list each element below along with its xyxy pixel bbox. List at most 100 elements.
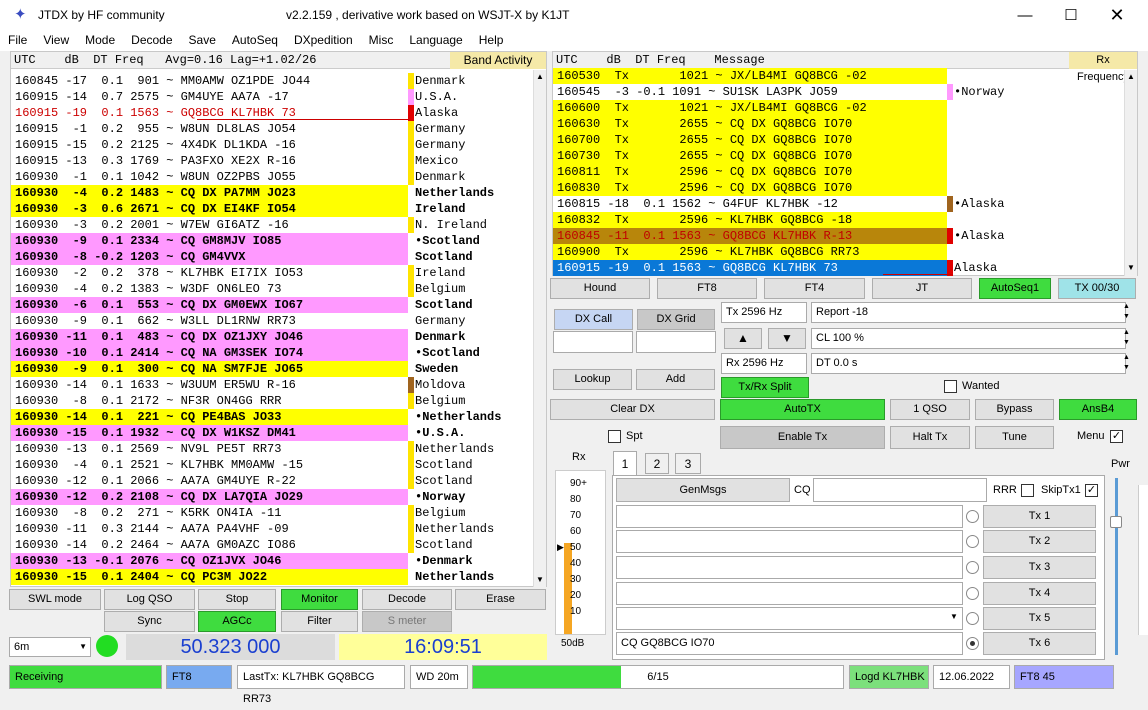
decode-button[interactable]: Decode xyxy=(362,589,452,610)
tx5-message-input[interactable] xyxy=(616,607,963,630)
genmsgs-button[interactable]: GenMsgs xyxy=(616,478,790,502)
tab-1[interactable]: 1 xyxy=(613,451,637,476)
decode-row[interactable]: 160930 -13 -0.1 2076 ~ CQ OZ1JVX JO46 •De… xyxy=(11,553,534,569)
tx3-message-input[interactable] xyxy=(616,556,963,579)
decode-row[interactable]: 160930 -15 0.1 1932 ~ CQ DX W1KSZ DM41 •U… xyxy=(11,425,534,441)
decode-row[interactable]: 160545 -3 -0.1 1091 ~ SU1SK LA3PK JO59 •N… xyxy=(553,84,1125,100)
halt-tx-button[interactable]: Halt Tx xyxy=(890,426,970,449)
jt-button[interactable]: JT xyxy=(872,278,972,299)
decode-row[interactable]: 160930 -11 0.3 2144 ~ AA7A PA4VHF -09 Net… xyxy=(11,521,534,537)
tx4-radio[interactable] xyxy=(966,587,979,600)
enable-tx-button[interactable]: Enable Tx xyxy=(720,426,885,449)
decode-row[interactable]: 160530 Tx 1021 ~ JX/LB4MI GQ8BCG -02 xyxy=(553,68,1125,84)
cq-input[interactable] xyxy=(813,478,987,502)
minimize-icon[interactable]: — xyxy=(1002,0,1048,31)
rx-frequency-spinbox[interactable]: Rx 2596 Hz xyxy=(721,353,807,374)
dt-spinbox[interactable]: DT 0.0 s xyxy=(811,353,1126,374)
dt-spin-arrows-icon[interactable]: ▲ ▼ xyxy=(1123,353,1135,374)
decode-row[interactable]: 160930 -8 0.1 2172 ~ NF3R ON4GG RRR Belgi… xyxy=(11,393,534,409)
scroll-up-icon[interactable]: ▲ xyxy=(1127,72,1135,81)
decode-row[interactable]: 160930 -9 0.1 2334 ~ CQ GM8MJV IO85 •Scot… xyxy=(11,233,534,249)
ft8-button[interactable]: FT8 xyxy=(657,278,757,299)
add-button[interactable]: Add xyxy=(636,369,715,390)
decode-row[interactable]: 160930 -9 0.1 300 ~ CQ NA SM7FJE JO65 Swe… xyxy=(11,361,534,377)
agcc-button[interactable]: AGCc xyxy=(198,611,276,632)
clear-dx-button[interactable]: Clear DX xyxy=(550,399,715,420)
decode-row[interactable]: 160915 -19 0.1 1563 ~ GQ8BCG KL7HBK 73 Al… xyxy=(553,260,1125,276)
decode-row[interactable]: 160845 -11 0.1 1563 ~ GQ8BCG KL7HBK R-13… xyxy=(553,228,1125,244)
tx-period-button[interactable]: TX 00/30 xyxy=(1058,278,1136,299)
lookup-button[interactable]: Lookup xyxy=(553,369,632,390)
tx-frequency-spinbox[interactable]: Tx 2596 Hz xyxy=(721,302,807,323)
chevron-down-icon[interactable]: ▼ xyxy=(950,612,958,621)
decode-row[interactable]: 160845 -17 0.1 901 ~ MM0AMW OZ1PDE JO44 D… xyxy=(11,73,534,89)
tab-3[interactable]: 3 xyxy=(675,453,701,474)
decode-row[interactable]: 160930 -12 0.2 2108 ~ CQ DX LA7QIA JO29 •… xyxy=(11,489,534,505)
tx3-radio[interactable] xyxy=(966,561,979,574)
autotx-button[interactable]: AutoTX xyxy=(720,399,885,420)
cl-spin-arrows-icon[interactable]: ▲ ▼ xyxy=(1123,328,1135,349)
log-qso-button[interactable]: Log QSO xyxy=(104,589,195,610)
menu-mode[interactable]: Mode xyxy=(85,31,115,47)
filter-button[interactable]: Filter xyxy=(281,611,358,632)
decode-row[interactable]: 160930 -8 0.2 271 ~ K5RK ON4IA -11 Belgiu… xyxy=(11,505,534,521)
decode-row[interactable]: 160930 -12 0.1 2066 ~ AA7A GM4UYE R-22 Sc… xyxy=(11,473,534,489)
stop-button[interactable]: Stop xyxy=(198,589,276,610)
sync-button[interactable]: Sync xyxy=(104,611,195,632)
menu-language[interactable]: Language xyxy=(409,31,462,47)
tx6-button[interactable]: Tx 6 xyxy=(983,632,1096,655)
decode-row[interactable]: 160930 -1 0.1 1042 ~ W8UN OZ2PBS JO55 Den… xyxy=(11,169,534,185)
rrr-checkbox[interactable] xyxy=(1021,484,1034,497)
tx2-message-input[interactable] xyxy=(616,530,963,553)
wanted-checkbox[interactable] xyxy=(944,380,957,393)
decode-row[interactable]: 160600 Tx 1021 ~ JX/LB4MI GQ8BCG -02 xyxy=(553,100,1125,116)
spt-checkbox[interactable] xyxy=(608,430,621,443)
rx-frequency-scrollbar[interactable]: ▲ ▼ xyxy=(1124,70,1137,276)
tune-button[interactable]: Tune xyxy=(975,426,1054,449)
decode-row[interactable]: 160832 Tx 2596 ~ KL7HBK GQ8BCG -18 xyxy=(553,212,1125,228)
scroll-down-icon[interactable]: ▼ xyxy=(536,575,544,584)
menu-checkbox[interactable]: ✓ xyxy=(1110,430,1123,443)
monitor-button[interactable]: Monitor xyxy=(281,589,358,610)
tx1-message-input[interactable] xyxy=(616,505,963,528)
decode-row[interactable]: 160730 Tx 2655 ~ CQ DX GQ8BCG IO70 xyxy=(553,148,1125,164)
decode-row[interactable]: 160700 Tx 2655 ~ CQ DX GQ8BCG IO70 xyxy=(553,132,1125,148)
maximize-icon[interactable]: ☐ xyxy=(1048,0,1094,31)
decode-row[interactable]: 160930 -14 0.1 221 ~ CQ PE4BAS JO33 •Neth… xyxy=(11,409,534,425)
tx6-radio[interactable] xyxy=(966,637,979,650)
pwr-slider-handle[interactable] xyxy=(1110,516,1122,528)
dx-call-input[interactable] xyxy=(553,331,633,353)
tab-2[interactable]: 2 xyxy=(645,453,669,474)
decode-row[interactable]: 160811 Tx 2596 ~ CQ DX GQ8BCG IO70 xyxy=(553,164,1125,180)
decode-row[interactable]: 160815 -18 0.1 1562 ~ G4FUF KL7HBK -12 •A… xyxy=(553,196,1125,212)
s-meter-button[interactable]: S meter xyxy=(362,611,452,632)
ansb4-button[interactable]: AnsB4 xyxy=(1059,399,1137,420)
cl-spinbox[interactable]: CL 100 % xyxy=(811,328,1126,349)
decode-row[interactable]: 160930 -11 0.1 483 ~ CQ DX OZ1JXY JO46 De… xyxy=(11,329,534,345)
decode-row[interactable]: 160930 -2 0.2 378 ~ KL7HBK EI7IX IO53 Ire… xyxy=(11,265,534,281)
decode-row[interactable]: 160930 -4 0.2 1483 ~ CQ DX PA7MM JO23 Net… xyxy=(11,185,534,201)
decode-row[interactable]: 160930 -10 0.1 2414 ~ CQ NA GM3SEK IO74 •… xyxy=(11,345,534,361)
menu-view[interactable]: View xyxy=(43,31,69,47)
skiptx1-checkbox[interactable]: ✓ xyxy=(1085,484,1098,497)
scroll-down-icon[interactable]: ▼ xyxy=(1127,263,1135,272)
decode-row[interactable]: 160930 -6 0.1 553 ~ CQ DX GM0EWX IO67 Sco… xyxy=(11,297,534,313)
band-activity-scrollbar[interactable]: ▲ ▼ xyxy=(533,70,546,587)
decode-row[interactable]: 160930 -14 0.2 2464 ~ AA7A GM0AZC IO86 Sc… xyxy=(11,537,534,553)
band-activity-list[interactable]: 160845 -17 0.1 901 ~ MM0AMW OZ1PDE JO44 D… xyxy=(11,73,534,587)
swl-mode-button[interactable]: SWL mode xyxy=(9,589,101,610)
autoseq-button[interactable]: AutoSeq1 xyxy=(979,278,1051,299)
tx5-radio[interactable] xyxy=(966,612,979,625)
tx2-button[interactable]: Tx 2 xyxy=(983,530,1096,553)
decode-row[interactable]: 160915 -14 0.7 2575 ~ GM4UYE AA7A -17 U.S… xyxy=(11,89,534,105)
tx6-message-input[interactable]: CQ GQ8BCG IO70 xyxy=(616,632,963,655)
dx-grid-input[interactable] xyxy=(636,331,716,353)
decode-row[interactable]: 160930 -4 0.2 1383 ~ W3DF ON6LEO 73 Belgi… xyxy=(11,281,534,297)
erase-button[interactable]: Erase xyxy=(455,589,546,610)
decode-row[interactable]: 160930 -4 0.1 2521 ~ KL7HBK MM0AMW -15 Sc… xyxy=(11,457,534,473)
close-icon[interactable]: ✕ xyxy=(1094,0,1140,31)
rx-frequency-list[interactable]: 160530 Tx 1021 ~ JX/LB4MI GQ8BCG -02 1605… xyxy=(553,68,1125,276)
decode-row[interactable]: 160915 -1 0.2 955 ~ W8UN DL8LAS JO54 Germ… xyxy=(11,121,534,137)
menu-save[interactable]: Save xyxy=(189,31,216,47)
tx-down-arrow-icon[interactable]: ▼ xyxy=(768,328,806,349)
